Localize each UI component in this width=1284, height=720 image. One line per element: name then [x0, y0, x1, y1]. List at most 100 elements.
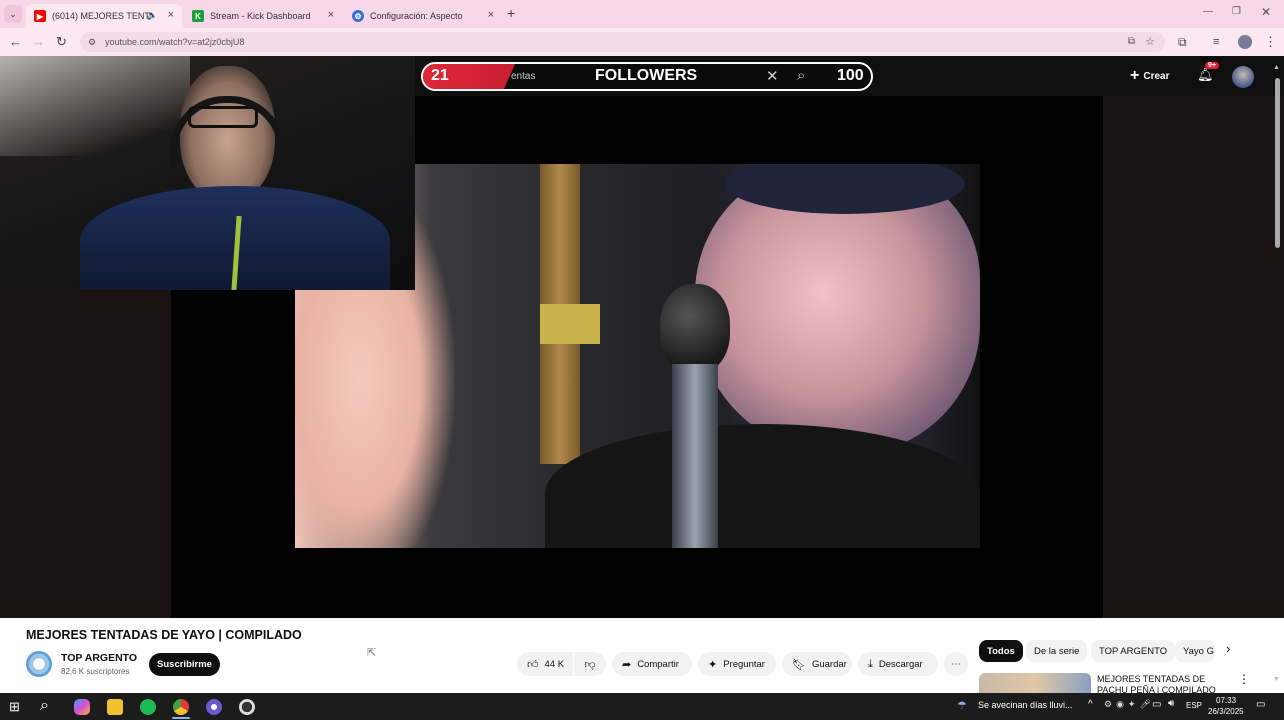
copilot-icon[interactable] [74, 699, 90, 715]
subscribe-button[interactable]: Suscribirme [149, 653, 220, 676]
share-icon: ➦ [622, 658, 632, 671]
create-button[interactable]: + Crear [1130, 64, 1169, 88]
scrollbar-thumb[interactable] [1275, 78, 1280, 248]
chip-series[interactable]: De la serie [1026, 640, 1088, 662]
tab-search-button[interactable]: ⌄ [4, 5, 22, 23]
restore-button[interactable]: ❐ [1232, 6, 1241, 17]
browser-menu-icon[interactable]: ⋮ [1264, 34, 1277, 50]
scroll-down-icon[interactable]: ▼ [1273, 676, 1280, 683]
download-button[interactable]: ⤓ Descargar [858, 652, 938, 676]
subscriber-count: 82,6 K suscriptores [61, 667, 130, 676]
close-tab-icon[interactable]: × [328, 9, 334, 21]
like-count: 44 K [544, 658, 565, 670]
chip-all[interactable]: Todos [979, 640, 1023, 662]
tape-patch [540, 304, 600, 344]
extensions-icon[interactable]: ⧉ [1178, 34, 1187, 50]
kick-icon: K [192, 10, 204, 22]
bell-icon: 🔔︎ [1197, 67, 1214, 82]
bookmark-star-icon[interactable]: ☆ [1145, 32, 1155, 52]
chip-label: Todos [987, 645, 1015, 657]
spotify-icon[interactable] [140, 699, 156, 715]
tab-label: Stream - Kick Dashboard [210, 11, 311, 21]
site-info-icon[interactable]: ⚙ [88, 32, 96, 52]
app-icon[interactable] [239, 699, 255, 715]
channel-avatar[interactable] [26, 651, 52, 677]
back-icon[interactable]: ← [9, 34, 22, 50]
new-tab-button[interactable]: + [507, 5, 515, 21]
forward-icon[interactable]: → [32, 34, 45, 50]
ask-button[interactable]: ✦ Preguntar [698, 652, 776, 676]
share-label: Compartir [637, 658, 679, 670]
ask-label: Preguntar [723, 658, 765, 670]
network-icon[interactable]: ▭ [1152, 699, 1161, 710]
more-actions-button[interactable]: ⋯ [944, 652, 968, 676]
tab-settings[interactable]: ⚙ Configuración: Aspecto × [344, 4, 502, 28]
close-icon[interactable]: ✕ [766, 67, 779, 85]
search-icon[interactable]: ⌕ [797, 67, 805, 84]
windows-start-icon[interactable]: ⊞ [9, 699, 20, 715]
microphone-shape [660, 284, 730, 374]
overlay-partial-text: entas [511, 71, 536, 82]
chip-label: De la serie [1034, 645, 1080, 657]
media-control-icon[interactable]: ≡ [1213, 34, 1219, 50]
chips-next-icon[interactable]: › [1226, 641, 1230, 656]
followers-label: FOLLOWERS [595, 67, 698, 84]
create-label: Crear [1143, 70, 1170, 82]
mouse-cursor: ⇱ [367, 647, 377, 659]
close-tab-icon[interactable]: × [168, 9, 174, 21]
scroll-up-icon[interactable]: ▲ [1273, 64, 1280, 71]
minimize-button[interactable]: — [1203, 6, 1213, 17]
share-button[interactable]: ➦ Compartir [612, 652, 692, 676]
file-explorer-icon[interactable] [107, 699, 123, 715]
chip-yayo[interactable]: Yayo G [1175, 640, 1215, 662]
language-indicator[interactable]: ESP [1186, 701, 1202, 710]
dislike-button[interactable]: 👎︎ [574, 652, 606, 676]
download-label: Descargar [878, 658, 923, 670]
install-app-icon[interactable]: ⧉ [1128, 32, 1135, 52]
thumbs-up-icon: 👍︎ [527, 658, 539, 671]
chip-channel[interactable]: TOP ARGENTO [1091, 640, 1176, 662]
tab-label: Configuración: Aspecto [370, 11, 463, 21]
save-label: Guardar [811, 658, 847, 670]
tab-youtube[interactable]: ▶ (6014) MEJORES TENTADAS 🔈 × [26, 4, 182, 28]
related-more-icon[interactable]: ⋮ [1238, 672, 1250, 686]
youtube-page: + Crear 🔔︎ 9+ 21 entas FOLLOWERS ✕ ⌕ 100… [0, 56, 1284, 693]
followers-count: 21 [431, 67, 449, 84]
browser-tab-strip: ⌄ ▶ (6014) MEJORES TENTADAS 🔈 × K Stream… [0, 0, 1284, 28]
close-window-button[interactable]: ✕ [1261, 5, 1271, 19]
reload-icon[interactable]: ↻ [56, 34, 67, 50]
youtube-icon: ▶ [34, 10, 46, 22]
clock-time[interactable]: 07:33 [1216, 696, 1236, 705]
sparkle-icon: ✦ [708, 658, 718, 671]
obs-icon[interactable] [206, 699, 222, 715]
chip-label: TOP ARGENTO [1099, 645, 1168, 657]
channel-name[interactable]: TOP ARGENTO [61, 652, 137, 664]
wall-light [0, 56, 190, 156]
related-video-title[interactable]: MEJORES TENTADAS DE PACHU PEÑA | COMPILA… [1097, 674, 1217, 693]
speaker-icon: 🔈 [146, 10, 158, 20]
weather-text[interactable]: Se avecinan días lluvi... [978, 700, 1073, 710]
tray-icons[interactable]: ⚙◉✦🎤︎ [1104, 699, 1155, 710]
search-icon[interactable]: ⌕ [40, 697, 49, 715]
notifications-button[interactable]: 🔔︎ 9+ [1197, 62, 1219, 84]
clock-date[interactable]: 26/3/2025 [1208, 707, 1244, 716]
account-avatar[interactable] [1232, 66, 1254, 88]
page-scrollbar[interactable]: ▲ ▼ [1273, 64, 1281, 686]
save-button[interactable]: 🔖︎ Guardar [782, 652, 852, 676]
tray-overflow-icon[interactable]: ^ [1088, 699, 1093, 710]
chrome-icon[interactable] [173, 699, 189, 715]
taskbar-active-indicator [172, 717, 190, 719]
tab-kick-dashboard[interactable]: K Stream - Kick Dashboard × [184, 4, 342, 28]
profile-avatar[interactable] [1238, 35, 1252, 49]
glasses-shape [188, 106, 258, 128]
volume-icon[interactable]: 🔊︎ [1168, 698, 1174, 709]
side-background [1103, 56, 1284, 618]
microphone-handle [672, 364, 718, 548]
notification-center-icon[interactable]: ▭ [1256, 699, 1265, 710]
subscribe-label: Suscribirme [157, 659, 212, 670]
related-video-thumbnail[interactable] [979, 673, 1091, 693]
chip-label: Yayo G [1183, 645, 1214, 657]
close-tab-icon[interactable]: × [488, 9, 494, 21]
like-button[interactable]: 👍︎ 44 K [517, 652, 573, 676]
address-bar[interactable]: ⚙ youtube.com/watch?v=at2jz0cbjU8 ⧉ ☆ [80, 32, 1165, 52]
